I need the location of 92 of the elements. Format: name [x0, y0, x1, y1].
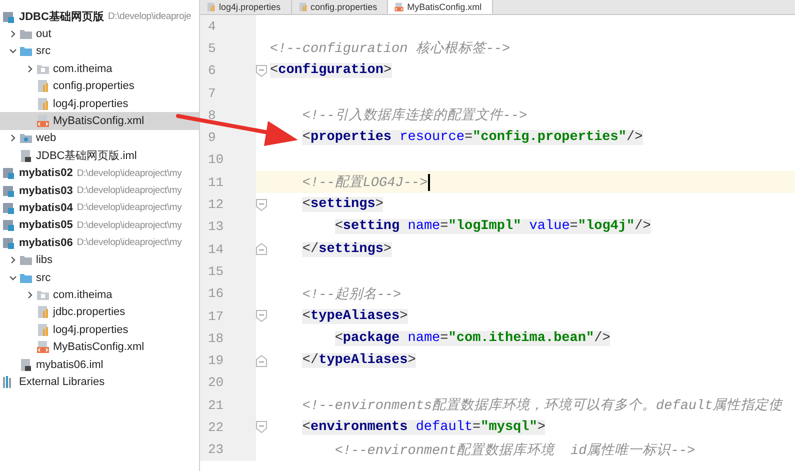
code-text: <typeAliases>: [302, 308, 408, 324]
code-text: <environments default="mysql">: [302, 420, 546, 435]
code-comment: <!--引入数据库连接的配置文件-->: [302, 106, 528, 124]
fold-marker-icon[interactable]: [256, 354, 267, 367]
line-number: 18: [208, 330, 224, 346]
line-number: 13: [208, 219, 224, 234]
tree-item[interactable]: log4j.properties: [0, 94, 199, 112]
module-icon: [2, 10, 16, 24]
tree-item[interactable]: External Libraries: [0, 373, 199, 391]
text-caret: [428, 174, 430, 191]
chevron-right-icon[interactable]: [9, 134, 17, 142]
tree-item[interactable]: mybatis04 D:\develop\ideaproject\my: [0, 199, 199, 217]
line-number: 14: [208, 242, 224, 257]
line-number: 23: [208, 442, 224, 458]
chevron-right-icon[interactable]: [9, 256, 17, 264]
fold-marker-icon[interactable]: [256, 310, 267, 322]
module-icon: [2, 218, 16, 232]
code-comment: <!--configuration 核心根标签-->: [270, 40, 510, 58]
tree-item[interactable]: mybatis06.iml: [0, 356, 199, 374]
fold-marker-icon[interactable]: [256, 64, 267, 77]
line-number: 5: [208, 40, 216, 56]
module-icon: [2, 166, 16, 180]
code-text: </settings>: [302, 242, 392, 257]
xml-file-icon: [36, 114, 50, 128]
code-comment: <!--配置LOG4J-->: [302, 174, 428, 192]
tree-item[interactable]: src: [0, 268, 199, 286]
properties-file-icon: [36, 322, 50, 337]
folder-icon: [19, 44, 33, 58]
tree-item[interactable]: log4j.properties: [0, 321, 199, 338]
module-icon: [2, 184, 16, 198]
properties-file-icon: [36, 305, 50, 320]
tree-item[interactable]: mybatis05 D:\develop\ideaproject\my: [0, 216, 199, 234]
module-icon: [2, 200, 16, 215]
module-icon: [2, 236, 16, 250]
line-number: 22: [208, 420, 224, 435]
line-number: 19: [208, 353, 224, 368]
line-number: 9: [208, 130, 216, 146]
properties-file-icon: [36, 79, 50, 94]
module-file-icon: [19, 148, 33, 163]
editor-tab[interactable]: MyBatisConfig.xml: [388, 0, 493, 14]
tree-item[interactable]: src: [0, 42, 199, 60]
tree-item[interactable]: out: [0, 25, 199, 43]
line-number: 16: [208, 286, 224, 302]
line-number: 8: [208, 108, 216, 123]
line-number: 12: [208, 197, 224, 212]
line-number: 21: [208, 398, 224, 413]
line-number: 15: [208, 264, 224, 279]
tree-item[interactable]: mybatis06 D:\develop\ideaproject\my: [0, 234, 199, 252]
line-number: 17: [208, 308, 224, 324]
folder-icon: [19, 27, 33, 42]
line-number: 11: [208, 174, 224, 190]
tree-item[interactable]: mybatis02 D:\develop\ideaproject\my: [0, 164, 199, 182]
line-number: 10: [208, 152, 224, 168]
editor-tab[interactable]: log4j.properties: [200, 0, 292, 14]
tree-item[interactable]: jdbc.properties: [0, 304, 199, 322]
chevron-down-icon[interactable]: [9, 47, 17, 56]
code-comment: <!--起别名-->: [302, 286, 402, 303]
tree-item[interactable]: MyBatisConfig.xml: [0, 112, 199, 130]
xml-file-icon: [394, 2, 404, 12]
line-number: 4: [208, 18, 216, 34]
xml-file-icon: [36, 340, 50, 354]
code-text: <settings>: [302, 197, 384, 212]
tree-item[interactable]: mybatis03 D:\develop\ideaproject\my: [0, 182, 199, 200]
tree-item[interactable]: com.itheima: [0, 286, 199, 304]
line-number: 20: [208, 375, 224, 390]
fold-marker-icon[interactable]: [256, 421, 267, 434]
code-text: </typeAliases>: [302, 353, 416, 368]
code-text: <configuration>: [270, 63, 392, 78]
tree-item[interactable]: JDBC基础网页版.iml: [0, 147, 199, 165]
tree-item[interactable]: MyBatisConfig.xml: [0, 338, 199, 356]
tree-item[interactable]: com.itheima: [0, 60, 199, 78]
chevron-down-icon[interactable]: [9, 274, 17, 282]
tree-item[interactable]: web: [0, 130, 199, 148]
code-comment: <!--environments配置数据库环境，环境可以有多个。default属性指定使: [302, 396, 783, 414]
code-comment: <!--environment配置数据库环境 id属性唯一标识-->: [334, 442, 696, 459]
folder-icon: [19, 131, 33, 146]
tree-item[interactable]: libs: [0, 251, 199, 269]
chevron-right-icon[interactable]: [26, 64, 34, 73]
module-file-icon: [19, 358, 33, 372]
line-number: 7: [208, 86, 216, 101]
fold-marker-icon[interactable]: [256, 243, 267, 256]
line-number: 6: [208, 63, 216, 78]
chevron-right-icon[interactable]: [26, 290, 34, 299]
code-text: <properties resource="config.properties"/>: [302, 130, 643, 146]
code-text: <package name="com.itheima.bean"/>: [334, 330, 610, 346]
tree-item[interactable]: JDBC基础网页版 D:\develop\ideaproje: [0, 8, 199, 26]
fold-marker-icon[interactable]: [256, 198, 267, 211]
tree-item[interactable]: config.properties: [0, 78, 199, 95]
properties-file-icon: [36, 96, 50, 111]
code-text: <setting name="logImpl" value="log4j"/>: [334, 219, 651, 234]
chevron-right-icon[interactable]: [9, 30, 17, 38]
folder-icon: [19, 253, 33, 268]
